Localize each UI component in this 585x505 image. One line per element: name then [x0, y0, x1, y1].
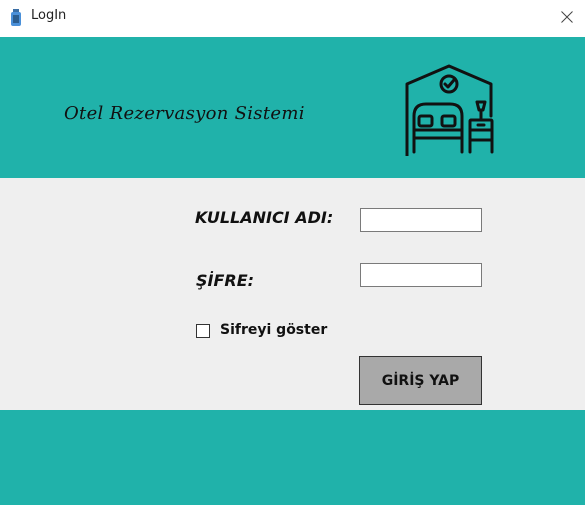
password-input[interactable] [360, 263, 482, 287]
username-label: KULLANICI ADI: [195, 208, 334, 227]
footer-banner [0, 410, 585, 505]
brand-title: Otel Rezervasyon Sistemi [64, 103, 305, 124]
close-icon [560, 11, 573, 23]
show-password-label[interactable]: Sifreyi göster [220, 322, 327, 338]
password-label: ŞİFRE: [196, 271, 255, 290]
hotel-bed-icon [405, 64, 494, 156]
show-password-checkbox[interactable] [196, 324, 210, 338]
close-button[interactable] [548, 0, 585, 34]
title-bar: LogIn [0, 0, 585, 36]
window-title: LogIn [31, 8, 67, 23]
app-bottle-icon [11, 9, 21, 26]
login-button[interactable]: GİRİŞ YAP [359, 356, 482, 405]
username-input[interactable] [360, 208, 482, 232]
